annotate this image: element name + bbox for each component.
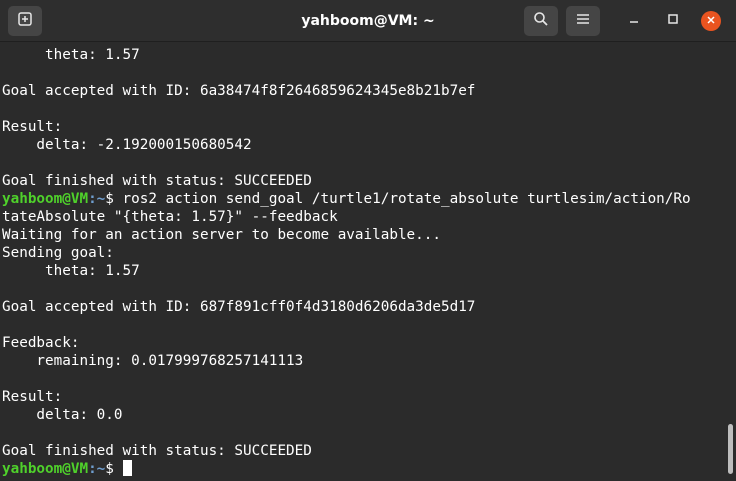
search-button[interactable] [524,6,558,36]
maximize-button[interactable] [663,11,683,31]
text-cursor [122,460,132,476]
terminal-line: theta: 1.57 [2,263,140,279]
terminal-line: delta: -2.192000150680542 [2,137,252,153]
prompt-path: :~ [88,191,106,207]
terminal-line: Result: [2,389,63,405]
command-text: ros2 action send_goal /turtle1/rotate_ab… [122,191,691,207]
terminal-output[interactable]: theta: 1.57 Goal accepted with ID: 6a384… [0,42,724,481]
scrollbar-thumb[interactable] [728,424,733,474]
terminal-line: Sending goal: [2,245,114,261]
terminal-line: Waiting for an action server to become a… [2,227,441,243]
prompt-symbol: $ [105,461,123,477]
terminal-line: remaining: 0.017999768257141113 [2,353,304,369]
command-line: yahboom@VM:~$ ros2 action send_goal /tur… [2,190,724,208]
search-icon [533,11,549,32]
terminal-line: Feedback: [2,335,80,351]
terminal-line: Goal finished with status: SUCCEEDED [2,173,312,189]
terminal-line: Goal finished with status: SUCCEEDED [2,443,312,459]
minimize-button[interactable] [624,11,644,31]
maximize-icon [667,12,679,30]
terminal-window: yahboom@VM: ~ theta: 1.57 Goal accepted … [0,0,736,481]
hamburger-menu-icon [576,12,590,30]
menu-button[interactable] [566,6,600,36]
terminal-line: theta: 1.57 [2,47,140,63]
terminal-line: Goal accepted with ID: 6a38474f8f2646859… [2,83,476,99]
prompt-user: yahboom@VM [2,191,89,207]
prompt-user: yahboom@VM [2,461,89,477]
terminal-line: delta: 0.0 [2,407,123,423]
prompt-path: :~ [88,461,106,477]
close-icon [706,12,716,30]
title-bar[interactable]: yahboom@VM: ~ [0,0,736,42]
terminal-line: Result: [2,119,63,135]
minimize-icon [628,12,640,30]
close-button[interactable] [701,11,721,31]
active-prompt-line[interactable]: yahboom@VM:~$ [2,460,724,478]
vertical-scrollbar[interactable] [724,42,736,481]
command-wrap-line: tateAbsolute "{theta: 1.57}" --feedback [2,209,338,225]
prompt-symbol: $ [105,191,123,207]
terminal-line: Goal accepted with ID: 687f891cff0f4d318… [2,299,476,315]
